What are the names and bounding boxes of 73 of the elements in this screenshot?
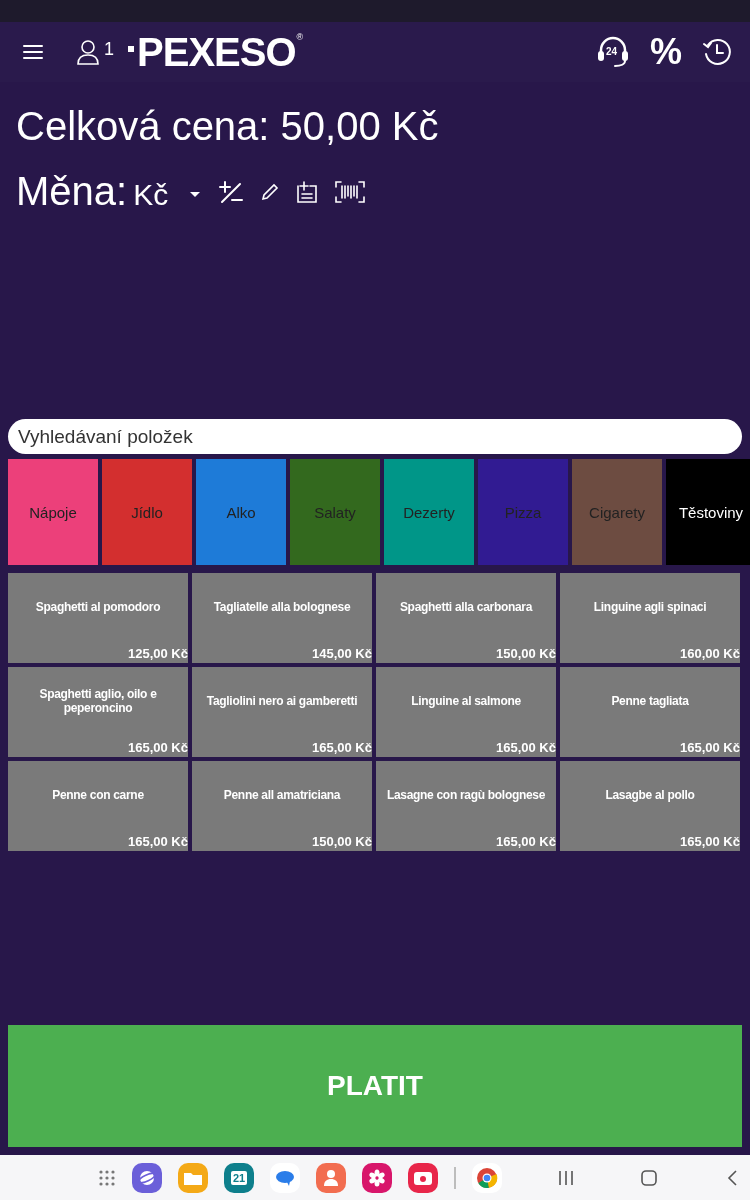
product-price: 125,00 Kč <box>128 646 188 663</box>
search-field[interactable]: Vyhledávaní položek <box>8 419 742 454</box>
recent-apps-icon[interactable] <box>558 1168 574 1187</box>
product-name: Penne con carne <box>51 786 145 804</box>
product-price: 150,00 Kč <box>496 646 556 663</box>
camera-app-icon[interactable] <box>408 1162 438 1193</box>
calendar-app-icon[interactable]: 21 <box>224 1162 254 1193</box>
product-price: 160,00 Kč <box>680 646 740 663</box>
pay-button[interactable]: PLATIT <box>8 1025 742 1147</box>
category-tile[interactable]: Těstoviny <box>666 459 750 565</box>
product-name: Spaghetti al pomodoro <box>34 598 162 616</box>
product-name: Penne all amatriciana <box>222 786 342 804</box>
product-name: Lasagbe al pollo <box>604 786 696 804</box>
product-name: Lasagne con ragù bolognese <box>385 786 547 804</box>
product-tile[interactable]: Tagliolini nero ai gamberetti 165,00 Kč <box>192 667 372 757</box>
product-name: Spaghetti alla carbonara <box>398 598 534 616</box>
category-tile[interactable]: Nápoje <box>8 459 98 565</box>
pencil-icon[interactable] <box>260 181 281 202</box>
product-tile[interactable]: Linguine al salmone 165,00 Kč <box>376 667 556 757</box>
divider <box>454 1166 456 1189</box>
product-price: 165,00 Kč <box>496 834 556 851</box>
product-price: 145,00 Kč <box>312 646 372 663</box>
browser-app-icon[interactable] <box>132 1162 162 1193</box>
product-name: Spaghetti aglio, oilo e peperoncino <box>38 685 158 717</box>
product-price: 165,00 Kč <box>680 834 740 851</box>
history-icon[interactable] <box>702 37 732 67</box>
app-grid-icon[interactable] <box>98 1168 116 1187</box>
product-name: Linguine al salmone <box>410 692 522 710</box>
product-tile[interactable]: Spaghetti al pomodoro 125,00 Kč <box>8 573 188 663</box>
discount-button[interactable]: % <box>650 34 682 70</box>
contacts-app-icon[interactable] <box>316 1162 346 1193</box>
product-price: 165,00 Kč <box>128 740 188 757</box>
product-tile[interactable]: Linguine agli spinaci 160,00 Kč <box>560 573 740 663</box>
flower-app-icon[interactable] <box>362 1162 392 1193</box>
product-tile[interactable]: Lasagbe al pollo 165,00 Kč <box>560 761 740 851</box>
product-name: Tagliatelle alla bolognese <box>212 598 352 616</box>
product-tile[interactable]: Tagliatelle alla bolognese 145,00 Kč <box>192 573 372 663</box>
product-tile[interactable]: Penne all amatriciana 150,00 Kč <box>192 761 372 851</box>
registered-mark: ® <box>296 32 304 42</box>
product-price: 150,00 Kč <box>312 834 372 851</box>
category-tile[interactable]: Salaty <box>290 459 380 565</box>
product-name: Penne tagliata <box>610 692 690 710</box>
logo: PEXESO <box>137 32 296 72</box>
product-tile[interactable]: Penne con carne 165,00 Kč <box>8 761 188 851</box>
calendar-day: 21 <box>230 1170 248 1185</box>
product-name: Linguine agli spinaci <box>592 598 708 616</box>
product-price: 165,00 Kč <box>312 740 372 757</box>
messages-app-icon[interactable] <box>270 1162 300 1193</box>
product-price: 165,00 Kč <box>680 740 740 757</box>
product-tile[interactable]: Penne tagliata 165,00 Kč <box>560 667 740 757</box>
product-tile[interactable]: Lasagne con ragù bolognese 165,00 Kč <box>376 761 556 851</box>
product-price: 165,00 Kč <box>128 834 188 851</box>
total-price: Celková cena: 50,00 Kč <box>15 103 440 149</box>
product-name: Tagliolini nero ai gamberetti <box>205 692 359 710</box>
menu-icon[interactable] <box>22 43 44 61</box>
category-tile[interactable]: Alko <box>196 459 286 565</box>
product-tile[interactable]: Spaghetti aglio, oilo e peperoncino 165,00 Kč <box>8 667 188 757</box>
currency-label: Měna: <box>16 169 128 214</box>
add-note-icon[interactable] <box>296 179 319 204</box>
home-icon[interactable] <box>640 1168 658 1187</box>
chrome-app-icon[interactable] <box>472 1162 502 1193</box>
barcode-icon[interactable] <box>334 179 367 204</box>
product-price: 165,00 Kč <box>496 740 556 757</box>
category-tile[interactable]: Dezerty <box>384 459 474 565</box>
back-icon[interactable] <box>726 1168 738 1187</box>
user-count-button[interactable]: 1 <box>76 39 114 65</box>
category-tile[interactable]: Jídlo <box>102 459 192 565</box>
product-tile[interactable]: Spaghetti alla carbonara 150,00 Kč <box>376 573 556 663</box>
support-button[interactable]: 24 <box>596 36 630 68</box>
support-label: 24 <box>606 46 618 57</box>
currency-select[interactable]: Kč <box>127 171 201 212</box>
caret-icon <box>190 191 201 198</box>
plus-minus-icon[interactable] <box>218 179 245 204</box>
